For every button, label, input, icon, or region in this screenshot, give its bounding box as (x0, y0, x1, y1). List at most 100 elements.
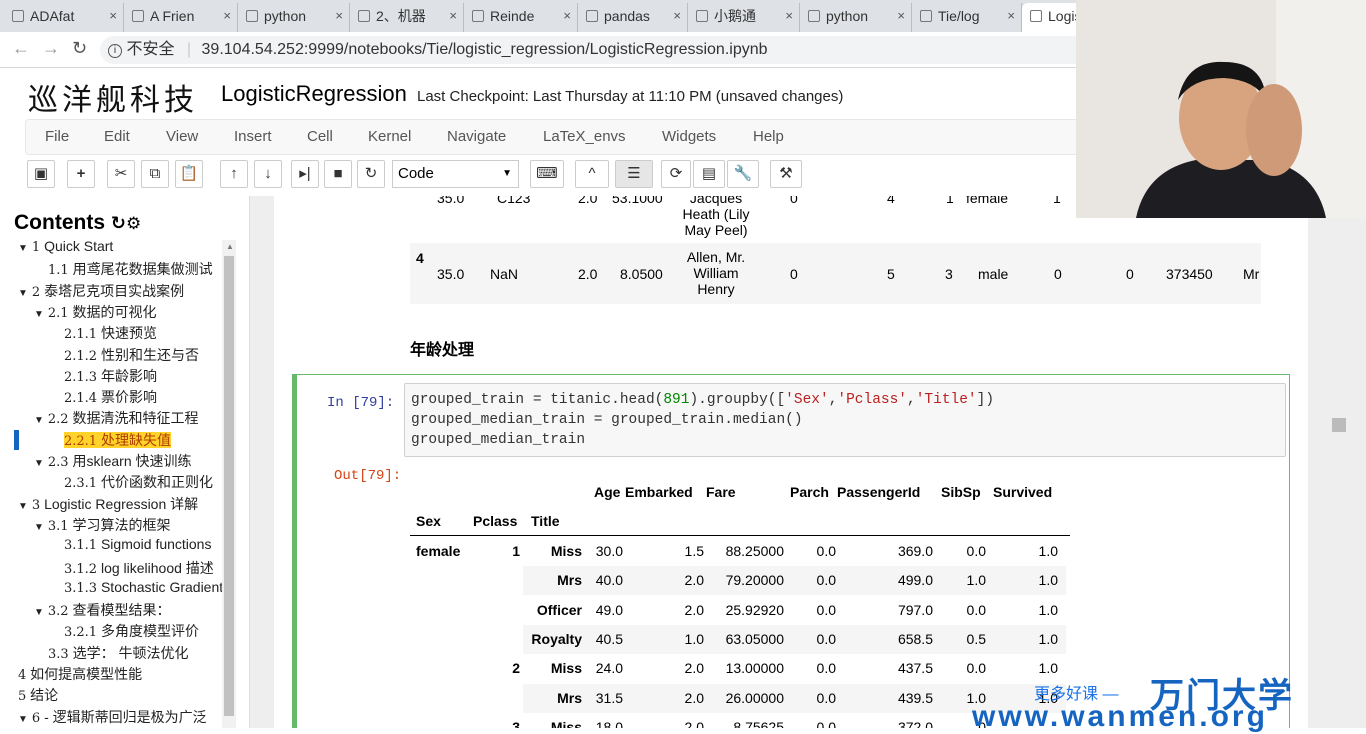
toc-item[interactable]: 2.2.1 处理缺失值 (64, 430, 171, 450)
keyboard-icon[interactable]: ⌨ (530, 160, 564, 188)
code-cell[interactable]: In [79]: grouped_train = titanic.head(89… (292, 374, 1290, 728)
book-icon[interactable]: ▤ (693, 160, 725, 188)
close-icon[interactable]: × (897, 3, 905, 29)
close-icon[interactable]: × (673, 3, 681, 29)
toc-scroll-thumb[interactable] (224, 256, 234, 716)
info-icon[interactable]: i (108, 44, 122, 58)
stop-icon[interactable]: ■ (324, 160, 352, 188)
cell: 8.0500 (620, 266, 663, 282)
tab-8[interactable]: python × (800, 3, 912, 32)
caret-down-icon[interactable]: ▼ (34, 415, 44, 426)
menu-widgets[interactable]: Widgets (662, 128, 716, 145)
tab-5[interactable]: Reinde × (464, 3, 578, 32)
move-down-icon[interactable]: ↓ (254, 160, 282, 188)
copy-icon[interactable]: ⧉ (141, 160, 169, 188)
refresh-icon[interactable]: ↻ (111, 213, 126, 233)
hammer-icon[interactable]: ⚒ (770, 160, 802, 188)
close-icon[interactable]: × (563, 3, 571, 29)
cut-icon[interactable]: ✂ (107, 160, 135, 188)
toc-item[interactable]: ▼ 2.3 用sklearn 快速训练 (34, 451, 192, 471)
menu-navigate[interactable]: Navigate (447, 128, 506, 145)
cell: 2.0 (578, 196, 598, 206)
forward-icon[interactable]: → (42, 38, 60, 59)
toc-item[interactable]: ▼ 3.2 查看模型结果： (34, 600, 170, 620)
menu-help[interactable]: Help (753, 128, 784, 145)
toc-item[interactable]: 3.1.3 Stochastic Gradient (64, 579, 223, 596)
toc-item[interactable]: ▼ 2.1 数据的可视化 (34, 302, 156, 322)
menu-insert[interactable]: Insert (234, 128, 272, 145)
back-icon[interactable]: ← (12, 38, 30, 59)
menu-file[interactable]: File (45, 128, 69, 145)
restart-icon[interactable]: ↻ (357, 160, 385, 188)
wrench-icon[interactable]: 🔧 (727, 160, 759, 188)
close-icon[interactable]: × (335, 3, 343, 29)
toc-item[interactable]: ▼ 3.1 学习算法的框架 (34, 515, 170, 535)
close-icon[interactable]: × (785, 3, 793, 29)
toc-item[interactable]: 1.1 用鸢尾花数据集做测试 (48, 259, 213, 279)
value-cell: 1.0 (966, 572, 986, 589)
toc-item[interactable]: 2.1.3 年龄影响 (64, 366, 157, 386)
tab-7[interactable]: 小鹅通 × (688, 3, 800, 32)
caret-down-icon[interactable]: ▼ (18, 288, 28, 299)
caret-down-icon[interactable]: ▼ (18, 501, 28, 512)
menu-latexenvs[interactable]: LaTeX_envs (543, 128, 626, 145)
save-icon[interactable]: ▣ (27, 160, 55, 188)
insert-cell-icon[interactable]: + (67, 160, 95, 188)
toc-item[interactable]: ▼ 2 泰塔尼克项目实战案例 (18, 281, 184, 301)
toc-item[interactable]: 3.1.1 Sigmoid functions (64, 536, 211, 553)
toc-item[interactable]: ▼ 3 Logistic Regression 详解 (18, 494, 198, 514)
tab-3[interactable]: python × (238, 3, 350, 32)
toc-item[interactable]: 2.3.1 代价函数和正则化 (64, 472, 213, 492)
caret-down-icon[interactable]: ▼ (34, 309, 44, 320)
menu-edit[interactable]: Edit (104, 128, 130, 145)
toc-item[interactable]: 2.1.2 性别和生还与否 (64, 345, 199, 365)
menu-cell[interactable]: Cell (307, 128, 333, 145)
paste-icon[interactable]: 📋 (175, 160, 203, 188)
close-icon[interactable]: × (223, 3, 231, 29)
menu-view[interactable]: View (166, 128, 198, 145)
security-label[interactable]: 不安全 (126, 41, 174, 58)
toc-item[interactable]: 3.3 选学： 牛顿法优化 (48, 643, 188, 663)
toc-item[interactable]: ▼ 1 Quick Start (18, 238, 113, 255)
notebook-title[interactable]: LogisticRegression (221, 81, 407, 107)
refresh-toc-icon[interactable]: ⟳ (661, 160, 691, 188)
value-cell: 2.0 (684, 660, 704, 677)
close-icon[interactable]: × (109, 3, 117, 29)
scroll-up-icon[interactable]: ▲ (226, 242, 234, 251)
menu-kernel[interactable]: Kernel (368, 128, 411, 145)
tab-2[interactable]: A Frien × (124, 3, 238, 32)
tab-6[interactable]: pandas × (578, 3, 688, 32)
index-name: Title (531, 513, 560, 529)
scroll-thumb[interactable] (1332, 418, 1346, 432)
value-cell: 31.5 (595, 689, 623, 706)
close-icon[interactable]: × (449, 3, 457, 29)
caret-down-icon[interactable]: ▼ (18, 243, 28, 254)
toc-item[interactable]: 3.1.2 log likelihood 描述 (64, 558, 214, 578)
toc-list-icon[interactable]: ☰ (615, 160, 653, 188)
url-input[interactable]: i 不安全 | 39.104.54.252:9999/notebooks/Tie… (100, 36, 1100, 64)
move-up-icon[interactable]: ↑ (220, 160, 248, 188)
run-icon[interactable]: ▸| (291, 160, 319, 188)
code-editor[interactable]: grouped_train = titanic.head(891).groupb… (404, 383, 1286, 457)
tab-4[interactable]: 2、机器 × (350, 3, 464, 32)
toc-item[interactable]: 2.1.4 票价影响 (64, 387, 157, 407)
reload-icon[interactable]: ↻ (72, 38, 87, 59)
value-cell: 0.5 (966, 630, 986, 647)
caret-down-icon[interactable]: ▼ (34, 607, 44, 618)
toc-item[interactable]: ▼ 6 - 逻辑斯蒂回归是极为广泛 (18, 707, 207, 727)
toc-item[interactable]: 2.1.1 快速预览 (64, 323, 157, 343)
toc-item[interactable]: 3.2.1 多角度模型评价 (64, 621, 199, 641)
toc-item[interactable]: 5 结论 (18, 685, 58, 705)
tab-9[interactable]: Tie/log × (912, 3, 1022, 32)
caret-down-icon[interactable]: ▼ (34, 458, 44, 469)
cell-type-select[interactable]: Code ▼ (392, 160, 519, 188)
toc-item[interactable]: ▼ 2.2 数据清洗和特征工程 (34, 408, 198, 428)
close-icon[interactable]: × (1007, 3, 1015, 29)
toc-item[interactable]: 4 如何提高模型性能 (18, 664, 142, 684)
gear-icon[interactable]: ⚙ (126, 214, 141, 233)
tab-1[interactable]: ADAfat × (4, 3, 124, 32)
chevron-up-icon[interactable]: ^ (575, 160, 609, 188)
caret-down-icon[interactable]: ▼ (18, 714, 28, 725)
caret-down-icon[interactable]: ▼ (34, 522, 44, 533)
input-prompt: In [79]: (327, 395, 395, 411)
